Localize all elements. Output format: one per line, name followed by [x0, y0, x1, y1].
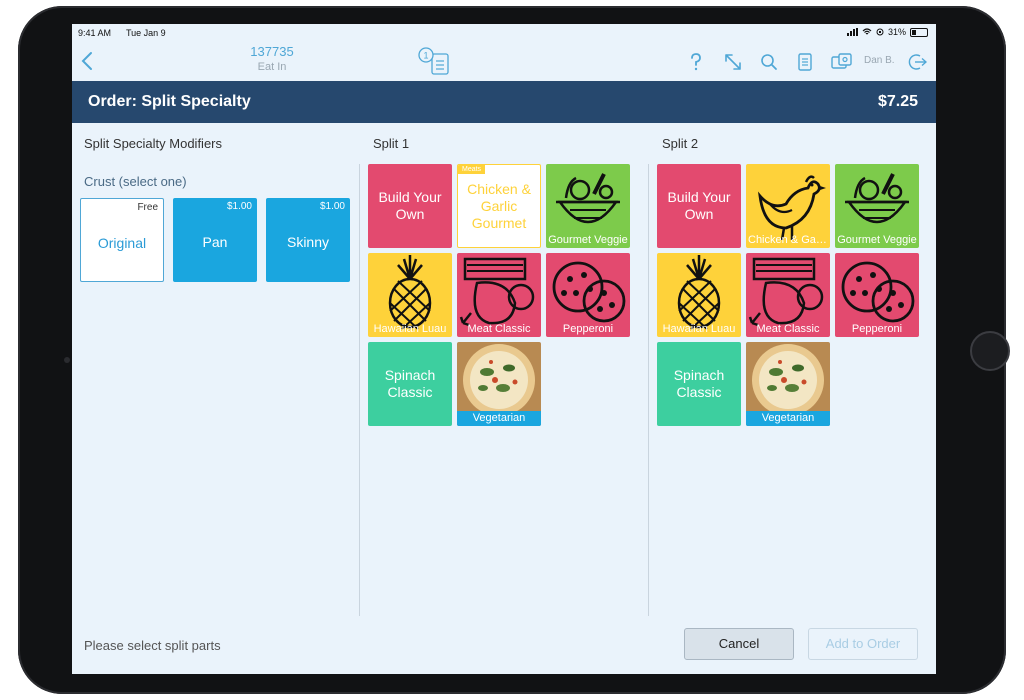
split2-tile-vegetarian[interactable]: Vegetarian	[746, 342, 830, 426]
battery-percent: 31%	[887, 27, 906, 37]
battery-icon	[910, 27, 928, 37]
crust-option-original[interactable]: Free Original	[80, 198, 164, 282]
crust-option-pan[interactable]: $1.00 Pan	[173, 198, 257, 282]
crust-name: Original	[97, 235, 147, 251]
user-name: Dan B.	[864, 55, 895, 66]
split2-tile-hawaiian-luau[interactable]: Hawaiian Luau	[657, 253, 741, 337]
footer-hint: Please select split parts	[84, 638, 221, 653]
category-badge: Meats	[458, 165, 486, 174]
status-right: 31%	[846, 27, 928, 37]
app-screen: 9:41 AM Tue Jan 9 31% 137735 Eat In 1 Da…	[72, 24, 936, 674]
tile-caption: Hawaiian Luau	[373, 323, 447, 335]
tile-caption: Pepperoni	[851, 323, 903, 335]
order-header: Order: Split Specialty $7.25	[72, 81, 936, 123]
tile-label: Spinach Classic	[384, 367, 436, 400]
camera	[64, 357, 70, 363]
status-time: 9:41 AM	[78, 28, 112, 38]
guest-count: 1	[423, 51, 428, 61]
tile-caption: Meat Classic	[467, 323, 531, 335]
split2-tile-pepperoni[interactable]: Pepperoni	[835, 253, 919, 337]
order-price: $7.25	[877, 93, 918, 110]
cellular-signal-icon	[846, 28, 858, 36]
split1-tile-vegetarian[interactable]: Vegetarian	[457, 342, 541, 426]
status-date: Tue Jan 9	[126, 28, 166, 38]
tile-caption: Vegetarian	[457, 411, 541, 426]
crust-option-skinny[interactable]: $1.00 Skinny	[266, 198, 350, 282]
modifiers-title: Split Specialty Modifiers	[84, 136, 222, 151]
split1-tile-chicken-garlic-gourmet[interactable]: Meats Chicken & Garlic Gourmet	[457, 164, 541, 248]
tile-caption: Gourmet Veggie	[837, 234, 917, 246]
help-icon[interactable]	[686, 51, 706, 73]
wifi-icon	[862, 28, 872, 35]
add-to-order-button[interactable]: Add to Order	[808, 628, 918, 660]
crust-price: $1.00	[319, 201, 345, 212]
split2-tile-meat-classic[interactable]: Meat Classic	[746, 253, 830, 337]
cancel-button[interactable]: Cancel	[684, 628, 794, 660]
tile-label: Chicken & Garlic Gourmet	[467, 181, 531, 231]
split1-tile-pepperoni[interactable]: Pepperoni	[546, 253, 630, 337]
logout-icon[interactable]	[906, 51, 928, 73]
tile-caption: Vegetarian	[746, 411, 830, 426]
split2-tile-gourmet-veggie[interactable]: Gourmet Veggie	[835, 164, 919, 248]
split2-tile-spinach-classic[interactable]: Spinach Classic	[657, 342, 741, 426]
tile-label: Build Your Own	[378, 189, 442, 222]
guest-check-icon[interactable]: 1	[414, 46, 454, 76]
split2-tile-chicken-garlic[interactable]: Chicken & Garlic	[746, 164, 830, 248]
split1-tile-hawaiian-luau[interactable]: Hawaiian Luau	[368, 253, 452, 337]
split2-tile-build-your-own[interactable]: Build Your Own	[657, 164, 741, 248]
split1-tile-meat-classic[interactable]: Meat Classic	[457, 253, 541, 337]
tile-caption: Hawaiian Luau	[662, 323, 736, 335]
tile-caption: Chicken & Garlic	[748, 234, 830, 246]
tile-caption: Gourmet Veggie	[548, 234, 628, 246]
back-chevron-icon[interactable]	[78, 50, 98, 72]
crust-name: Skinny	[286, 234, 330, 250]
order-title: Order: Split Specialty	[88, 93, 251, 110]
register-icon[interactable]	[830, 51, 854, 73]
document-icon[interactable]	[794, 51, 816, 73]
crust-name: Pan	[202, 234, 228, 250]
nav-bar: 137735 Eat In 1 Dan B.	[72, 42, 936, 80]
column-divider	[648, 164, 649, 616]
split1-tile-spinach-classic[interactable]: Spinach Classic	[368, 342, 452, 426]
column-divider	[359, 164, 360, 616]
status-bar: 9:41 AM Tue Jan 9 31%	[72, 24, 936, 42]
tile-label: Build Your Own	[667, 189, 731, 222]
tile-caption: Meat Classic	[756, 323, 820, 335]
order-number: 137735	[250, 44, 294, 59]
crust-label: Crust (select one)	[84, 174, 187, 189]
split1-title: Split 1	[373, 136, 410, 151]
search-icon[interactable]	[758, 51, 780, 73]
crust-price: $1.00	[226, 201, 252, 212]
split1-tile-build-your-own[interactable]: Build Your Own	[368, 164, 452, 248]
orientation-lock-icon	[876, 28, 884, 36]
home-button[interactable]	[970, 331, 1010, 371]
expand-arrows-icon[interactable]	[722, 51, 744, 73]
split1-tile-gourmet-veggie[interactable]: Gourmet Veggie	[546, 164, 630, 248]
order-type: Eat In	[257, 61, 287, 73]
tile-label: Spinach Classic	[673, 367, 725, 400]
tile-caption: Pepperoni	[562, 323, 614, 335]
split2-title: Split 2	[662, 136, 699, 151]
crust-price: Free	[137, 202, 158, 213]
